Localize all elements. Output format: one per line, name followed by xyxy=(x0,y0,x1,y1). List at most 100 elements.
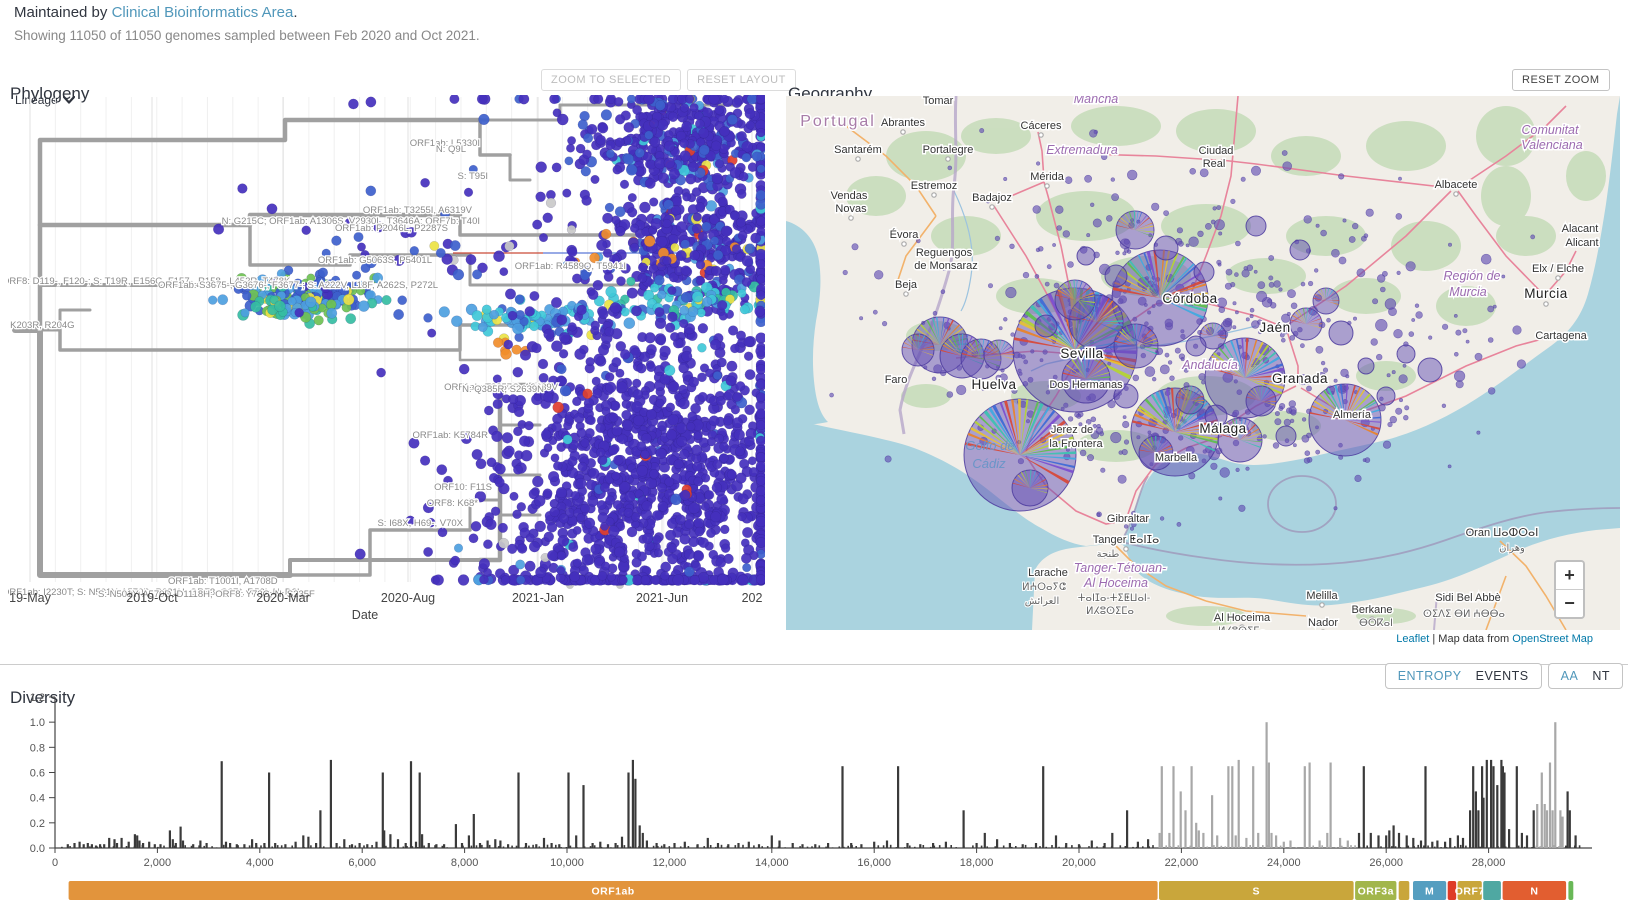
svg-text:Portugal: Portugal xyxy=(800,113,876,130)
svg-text:ORF8: K68*: ORF8: K68* xyxy=(427,498,479,509)
maintained-suffix: . xyxy=(293,4,297,21)
svg-text:24,000: 24,000 xyxy=(1267,857,1301,869)
svg-text:0.6: 0.6 xyxy=(30,767,45,779)
svg-text:ORF1ab: T3255I, A6319V: ORF1ab: T3255I, A6319V xyxy=(363,205,473,216)
svg-text:Alicant: Alicant xyxy=(1565,237,1598,249)
svg-text:ORF1ab: K5784R: ORF1ab: K5784R xyxy=(412,430,488,441)
svg-text:2,000: 2,000 xyxy=(144,857,172,869)
svg-text:Almería: Almería xyxy=(1333,409,1372,421)
svg-text:Andalucía: Andalucía xyxy=(1181,358,1238,372)
svg-text:de Monsaraz: de Monsaraz xyxy=(914,260,978,272)
svg-text:Berkane: Berkane xyxy=(1352,604,1393,616)
svg-text:Tomar: Tomar xyxy=(923,96,954,107)
svg-text:Ciudad: Ciudad xyxy=(1199,145,1234,157)
auspice-app: Maintained by Clinical Bioinformatics Ar… xyxy=(0,0,1628,909)
svg-text:N: N xyxy=(1530,886,1538,898)
svg-text:Jaén: Jaén xyxy=(1259,320,1290,335)
svg-text:S: I68X, H69-, V70X: S: I68X, H69-, V70X xyxy=(377,518,463,529)
svg-text:1.0: 1.0 xyxy=(30,717,45,729)
svg-text:Huelva: Huelva xyxy=(971,377,1016,392)
svg-text:Badajoz: Badajoz xyxy=(972,192,1012,204)
svg-text:N: Q385R, S2639N: N: Q385R, S2639N xyxy=(462,384,544,395)
zoom-to-selected-button[interactable]: ZOOM TO SELECTED xyxy=(541,69,681,91)
svg-text:Región de: Región de xyxy=(1444,269,1501,283)
svg-text:ⵍⵃⵓⵙⵉⵎⴰ: ⵍⵃⵓⵙⵉⵎⴰ xyxy=(1086,606,1134,617)
svg-text:Murcia: Murcia xyxy=(1524,286,1568,301)
svg-text:Cáceres: Cáceres xyxy=(1021,120,1062,132)
svg-text:1.2: 1.2 xyxy=(30,692,45,704)
svg-text:2019-Oct: 2019-Oct xyxy=(126,591,178,605)
attribution-text: | Map data from xyxy=(1429,633,1512,645)
map-canvas[interactable]: Tomar Portugal Abrantes Cáceres Mancha Santar… xyxy=(786,96,1620,630)
svg-text:28,000: 28,000 xyxy=(1472,857,1506,869)
svg-text:Real: Real xyxy=(1203,158,1226,170)
svg-text:ORF10: F11S: ORF10: F11S xyxy=(434,482,492,493)
svg-text:12,000: 12,000 xyxy=(653,857,687,869)
svg-text:Estremoz: Estremoz xyxy=(911,180,957,192)
svg-text:ORF1ab: S3675-, G3676-, F3677-: ORF1ab: S3675-, G3676-, F3677-; S: A222V… xyxy=(158,280,438,291)
svg-text:Valenciana: Valenciana xyxy=(1521,138,1582,152)
svg-text:Novas: Novas xyxy=(835,203,867,215)
svg-text:2020-Mar: 2020-Mar xyxy=(256,591,310,605)
svg-text:ORF1ab: R4589Q, T5941I: ORF1ab: R4589Q, T5941I xyxy=(515,261,626,272)
diversity-chart-canvas[interactable]: 0.00.20.40.60.81.01.202,0004,0006,0008,0… xyxy=(0,676,1628,909)
reset-zoom-button[interactable]: RESET ZOOM xyxy=(1512,69,1610,91)
svg-text:Tanger ⵟⴰⵏⵊⴰ: Tanger ⵟⴰⵏⵊⴰ xyxy=(1093,534,1160,546)
reset-layout-button[interactable]: RESET LAYOUT xyxy=(687,69,796,91)
svg-text:N: Q9L: N: Q9L xyxy=(436,144,466,155)
svg-text:6,000: 6,000 xyxy=(348,857,376,869)
svg-text:S: S xyxy=(1253,886,1261,898)
svg-text:Abrantes: Abrantes xyxy=(881,117,926,129)
svg-text:14,000: 14,000 xyxy=(755,857,789,869)
svg-text:0.2: 0.2 xyxy=(30,818,45,830)
svg-text:ORF1ab: ORF1ab xyxy=(591,886,634,898)
phylogeny-tree-canvas[interactable]: ORF1ab: L5330IN: Q9LS: T95IORF1ab: T3255… xyxy=(8,95,765,645)
svg-text:Melilla: Melilla xyxy=(1306,590,1338,602)
svg-text:Cartagena: Cartagena xyxy=(1535,330,1587,342)
svg-text:20,000: 20,000 xyxy=(1062,857,1096,869)
maintainer-link[interactable]: Clinical Bioinformatics Area xyxy=(112,4,294,21)
map-zoom-in-button[interactable]: + xyxy=(1556,562,1583,589)
svg-text:4,000: 4,000 xyxy=(246,857,274,869)
maintained-by-text: Maintained by xyxy=(14,4,107,21)
map-zoom-out-button[interactable]: − xyxy=(1556,589,1583,617)
svg-text:ORF7: ORF7 xyxy=(1455,886,1485,898)
svg-text:Santarém: Santarém xyxy=(834,144,882,156)
svg-text:العرائش: العرائش xyxy=(1025,596,1059,607)
svg-text:Reguengos: Reguengos xyxy=(916,247,973,259)
svg-text:وهران: وهران xyxy=(1499,543,1525,554)
geography-map[interactable]: Tomar Portugal Abrantes Cáceres Mancha Santar… xyxy=(786,96,1620,630)
svg-text:Golfo de: Golfo de xyxy=(965,438,1014,453)
svg-text:ORF1ab: T1001I, A1708D: ORF1ab: T1001I, A1708D xyxy=(168,576,278,587)
svg-text:2020-Aug: 2020-Aug xyxy=(381,591,435,605)
svg-text:Évora: Évora xyxy=(890,228,920,241)
svg-text:Oran ⵡⴰⵀⵔⴰⵏ: Oran ⵡⴰⵀⵔⴰⵏ xyxy=(1466,527,1539,539)
svg-text:Granada: Granada xyxy=(1272,371,1328,386)
openstreetmap-link[interactable]: OpenStreet Map xyxy=(1512,633,1593,645)
page-header: Maintained by Clinical Bioinformatics Ar… xyxy=(14,4,480,43)
svg-text:ⵜⴰⵏⵊⴰ-ⵜⵉⵟⵡⴰⵏ-: ⵜⴰⵏⵊⴰ-ⵜⵉⵟⵡⴰⵏ- xyxy=(1078,593,1150,604)
svg-text:Beja: Beja xyxy=(895,279,918,291)
svg-text:Tanger-Tétouan-: Tanger-Tétouan- xyxy=(1074,561,1166,575)
svg-text:ⵍⵃⵓⵙⵉⵎⴰ: ⵍⵃⵓⵙⵉⵎⴰ xyxy=(1218,626,1266,630)
leaflet-link[interactable]: Leaflet xyxy=(1396,633,1429,645)
svg-text:Extremadura: Extremadura xyxy=(1046,143,1118,157)
svg-text:Cádiz: Cádiz xyxy=(972,456,1006,471)
svg-text:Sevilla: Sevilla xyxy=(1060,346,1103,361)
map-attribution: Leaflet | Map data from OpenStreet Map xyxy=(0,633,1593,645)
svg-text:Larache: Larache xyxy=(1028,567,1068,579)
svg-text:Al Hoceima: Al Hoceima xyxy=(1214,612,1271,624)
svg-text:ORF1ab: G5063S, P5401L: ORF1ab: G5063S, P5401L xyxy=(318,255,432,266)
svg-text:8,000: 8,000 xyxy=(451,857,479,869)
svg-text:Mancha: Mancha xyxy=(1074,96,1119,106)
map-zoom-control: + − xyxy=(1554,560,1585,619)
svg-text:0: 0 xyxy=(52,857,58,869)
svg-text:ORF3a: ORF3a xyxy=(1358,886,1394,898)
svg-text:Dos Hermanas: Dos Hermanas xyxy=(1049,379,1123,391)
svg-text:Marbella: Marbella xyxy=(1155,452,1198,464)
svg-text:10,000: 10,000 xyxy=(550,857,584,869)
svg-text:Córdoba: Córdoba xyxy=(1162,291,1217,306)
svg-text:ⵙⵉⴷⵉ ⴱⵍ ⵄⴱⴱⴰ: ⵙⵉⴷⵉ ⴱⵍ ⵄⴱⴱⴰ xyxy=(1423,609,1505,620)
svg-text:M: M xyxy=(1425,886,1434,898)
svg-text:Sidi Bel Abbè: Sidi Bel Abbè xyxy=(1435,592,1500,604)
